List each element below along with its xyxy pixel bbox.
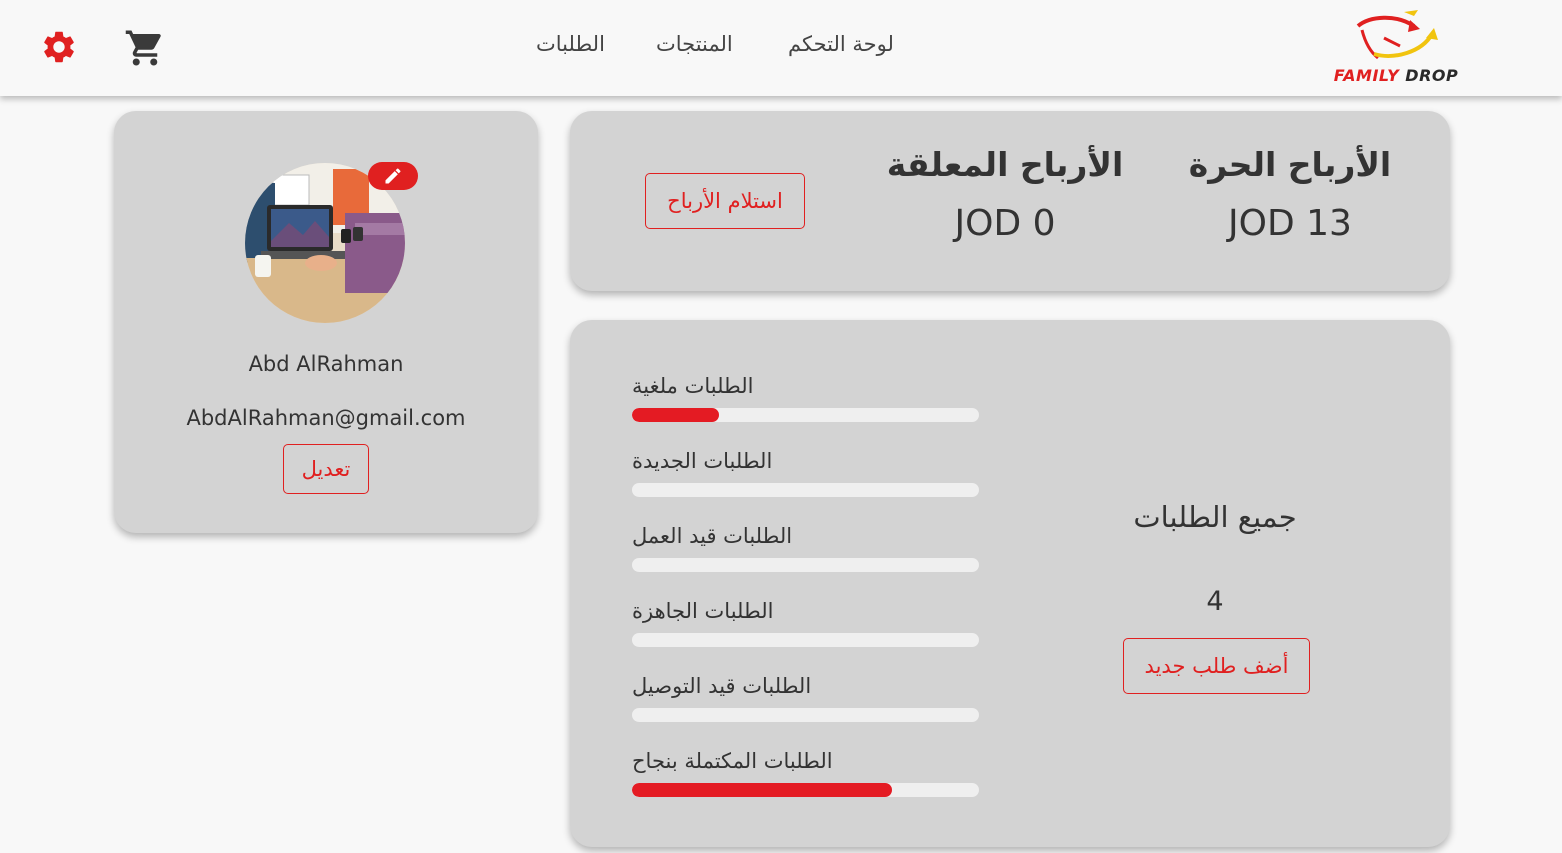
order-status-label: الطلبات ملغية: [632, 374, 754, 398]
all-orders-title: جميع الطلبات: [1133, 500, 1297, 534]
cart-icon[interactable]: [124, 27, 166, 69]
edit-profile-button[interactable]: تعديل: [283, 444, 369, 494]
order-status-progress-track: [632, 408, 979, 422]
pencil-icon: [385, 168, 401, 184]
order-status-label: الطلبات الجديدة: [632, 449, 773, 473]
order-status-progress-track: [632, 633, 979, 647]
order-status-progress-track: [632, 483, 979, 497]
nav-dashboard[interactable]: لوحة التحكم: [788, 32, 894, 56]
order-status-progress-track: [632, 558, 979, 572]
earnings-card: استلام الأرباح الأرباح المعلقة JOD 0 الأ…: [570, 111, 1450, 291]
order-status-progress-track: [632, 783, 979, 797]
free-earnings-value: JOD 13: [1228, 203, 1352, 244]
logo-text: FAMILY DROP: [1333, 66, 1459, 85]
gear-icon[interactable]: [40, 28, 78, 66]
profile-email: AbdAlRahman@gmail.com: [186, 406, 466, 430]
edit-avatar-button[interactable]: [368, 162, 418, 190]
order-status-progress-track: [632, 708, 979, 722]
order-status-label: الطلبات الجاهزة: [632, 599, 774, 623]
profile-name: Abd AlRahman: [248, 352, 404, 376]
order-status-progress-fill: [632, 408, 719, 422]
order-status-label: الطلبات المكتملة بنجاح: [632, 749, 833, 773]
order-status-label: الطلبات قيد العمل: [632, 524, 793, 548]
family-drop-logo[interactable]: FAMILY DROP: [1318, 8, 1474, 92]
nav-orders[interactable]: الطلبات: [536, 32, 605, 56]
nav-products[interactable]: المنتجات: [656, 32, 733, 56]
all-orders-count: 4: [1206, 586, 1224, 617]
free-earnings-title: الأرباح الحرة: [1188, 145, 1392, 184]
orders-card: الطلبات ملغية الطلبات الجديدة الطلبات قيد …: [570, 320, 1450, 847]
order-status-progress-fill: [632, 783, 893, 797]
order-status-label: الطلبات قيد التوصيل: [632, 674, 812, 698]
profile-card: Abd AlRahman AbdAlRahman@gmail.com تعديل: [114, 111, 538, 533]
pending-earnings-value: JOD 0: [954, 203, 1056, 244]
logo-arrow-icon: [1356, 10, 1438, 60]
top-navbar: الطلبات المنتجات لوحة التحكم FAMILY DROP: [0, 0, 1562, 96]
add-new-order-button[interactable]: أضف طلب جديد: [1123, 638, 1310, 694]
pending-earnings-title: الأرباح المعلقة: [886, 145, 1124, 184]
withdraw-earnings-button[interactable]: استلام الأرباح: [645, 173, 805, 229]
